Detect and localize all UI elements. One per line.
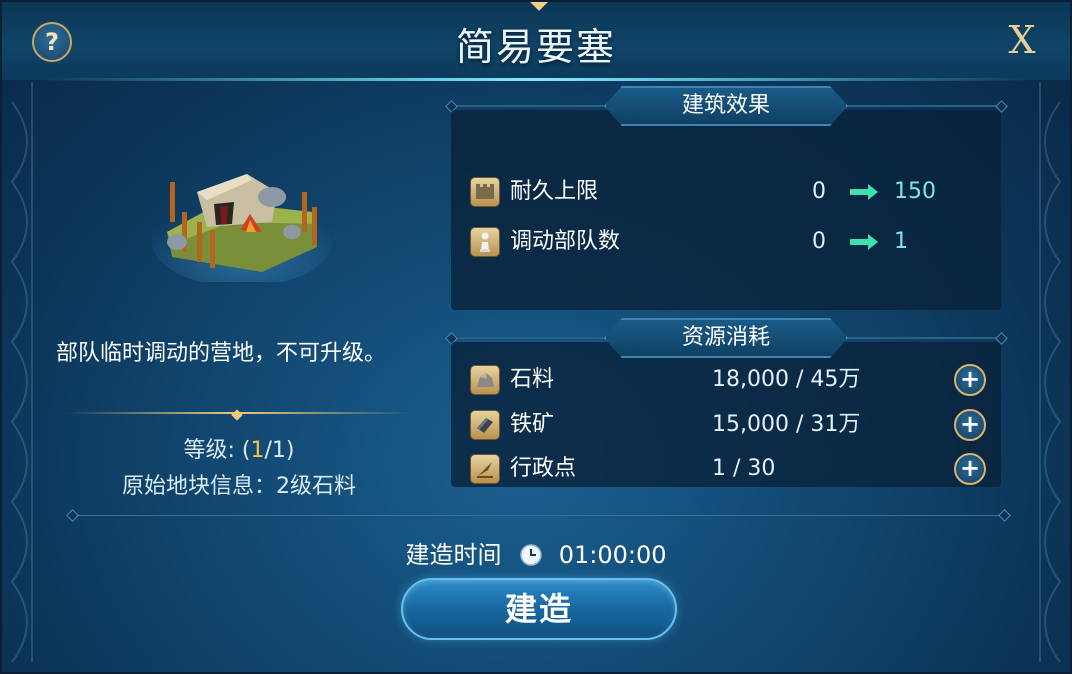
level-info: 等级: (1/1) (66, 432, 412, 464)
divider-gem (231, 409, 243, 421)
left-ornament (10, 82, 33, 662)
effect-from-value: 0 (812, 179, 826, 204)
effect-label: 调动部队数 (510, 229, 621, 254)
effects-section-title: 建筑效果 (604, 86, 848, 126)
resource-amount: 15,000 / 31万 (712, 412, 861, 437)
bottom-divider-left-end (66, 509, 79, 522)
effect-from-value: 0 (812, 229, 826, 254)
level-value: 1 (250, 438, 265, 463)
pawn-icon (470, 227, 500, 257)
bottom-divider (72, 515, 1004, 516)
add-iron-button[interactable]: + (954, 409, 986, 441)
build-time-value: 01:00:00 (558, 541, 667, 569)
level-prefix: 等级: ( (183, 438, 251, 463)
resource-row-iron: 铁矿 15,000 / 31万 + (470, 408, 990, 442)
build-button[interactable]: 建造 (401, 578, 677, 640)
wall-icon (470, 177, 500, 207)
level-suffix: /1) (264, 438, 295, 463)
resource-row-stone: 石料 18,000 / 45万 + (470, 363, 990, 397)
dialog-title: 简易要塞 (455, 25, 616, 69)
resource-row-admin: 行政点 1 / 30 + (470, 452, 990, 486)
close-button[interactable]: X (1002, 16, 1042, 64)
effect-row-durability: 耐久上限 0 150 (470, 175, 990, 209)
stone-icon (470, 365, 500, 395)
resource-label: 行政点 (510, 456, 577, 481)
fortress-dialog: 简易要塞 ? X 部队临时调动的营地，不可升级。 等级: (1/1) 原始地块信… (0, 0, 1072, 674)
resource-amount: 1 / 30 (712, 456, 776, 481)
clock-icon (520, 544, 542, 566)
effects-panel (451, 110, 1001, 310)
effect-label: 耐久上限 (510, 179, 599, 204)
add-admin-points-button[interactable]: + (954, 453, 986, 485)
build-time-label: 建造时间 (405, 541, 502, 569)
description-divider (66, 409, 412, 421)
help-button[interactable]: ? (32, 22, 72, 62)
resource-amount: 18,000 / 45万 (712, 367, 861, 392)
quill-icon (470, 454, 500, 484)
resource-label: 铁矿 (510, 412, 555, 437)
bottom-divider-right-end (998, 509, 1011, 522)
resources-section-title: 资源消耗 (604, 318, 848, 358)
effect-to-value: 1 (894, 229, 908, 254)
arrow-right-icon (850, 184, 878, 200)
right-ornament (1039, 82, 1062, 662)
fortress-illustration (152, 152, 332, 287)
origin-tile-info: 原始地块信息：2级石料 (122, 474, 356, 499)
fortress-camp-icon (152, 174, 332, 287)
add-stone-button[interactable]: + (954, 364, 986, 396)
effect-row-troops: 调动部队数 0 1 (470, 225, 990, 259)
arrow-right-icon (850, 234, 878, 250)
building-description: 部队临时调动的营地，不可升级。 (56, 341, 387, 366)
header-divider (42, 78, 1032, 81)
effect-to-value: 150 (894, 179, 936, 204)
build-time-row: 建造时间 01:00:00 (2, 539, 1070, 571)
iron-icon (470, 410, 500, 440)
resource-label: 石料 (510, 367, 555, 392)
